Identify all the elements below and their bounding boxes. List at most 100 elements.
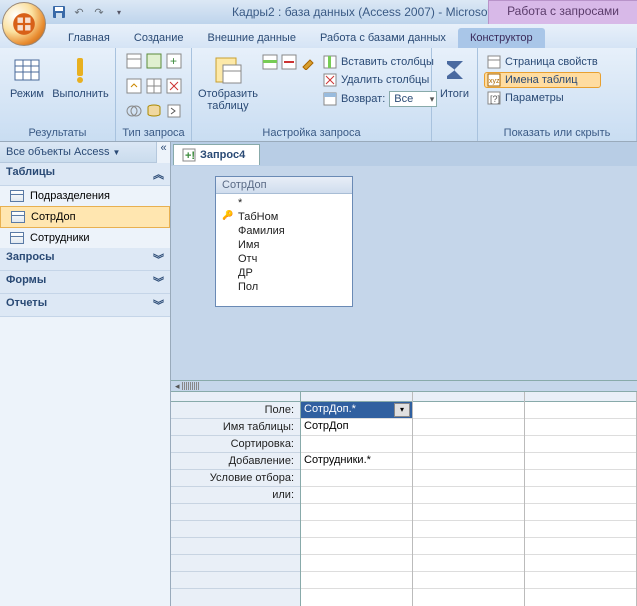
table-names-button[interactable]: xyzИмена таблиц xyxy=(484,72,601,88)
builder-icon[interactable] xyxy=(300,54,316,70)
property-sheet-icon xyxy=(487,55,501,69)
tab-design[interactable]: Конструктор xyxy=(458,28,545,48)
ribbon-tabs: Главная Создание Внешние данные Работа с… xyxy=(0,24,637,48)
delete-query-icon[interactable] xyxy=(165,77,183,95)
return-row: Возврат:Все xyxy=(320,90,440,108)
property-sheet-button[interactable]: Страница свойств xyxy=(484,54,601,70)
save-icon[interactable] xyxy=(50,3,68,21)
nav-category-reports[interactable]: Отчеты︾ xyxy=(0,294,170,317)
ribbon: Режим Выполнить Результаты + Тип запроса xyxy=(0,48,637,142)
document-tabs: +! Запрос4 xyxy=(171,142,637,166)
undo-icon[interactable]: ↶ xyxy=(70,3,88,21)
document-tab[interactable]: +! Запрос4 xyxy=(173,144,260,165)
maketable-query-icon[interactable] xyxy=(145,52,163,70)
show-table-icon xyxy=(212,54,244,86)
nav-category-queries[interactable]: Запросы︾ xyxy=(0,248,170,271)
update-query-icon[interactable] xyxy=(125,77,143,95)
insert-columns-button[interactable]: Вставить столбцы xyxy=(320,54,440,70)
row-label-or: или: xyxy=(171,487,300,504)
collapse-icon: ︽ xyxy=(153,166,164,182)
parameters-button[interactable]: [?]Параметры xyxy=(484,90,601,106)
nav-table-item-0[interactable]: Подразделения xyxy=(0,186,170,206)
sort-cell[interactable] xyxy=(301,436,412,453)
qat-dropdown-icon[interactable]: ▾ xyxy=(110,3,128,21)
criteria-cell[interactable] xyxy=(301,470,412,487)
row-label-sort: Сортировка: xyxy=(171,436,300,453)
field-row[interactable]: Имя xyxy=(220,238,348,252)
contextual-tab-label: Работа с запросами xyxy=(488,0,637,24)
redo-icon[interactable]: ↷ xyxy=(90,3,108,21)
nav-category-forms[interactable]: Формы︾ xyxy=(0,271,170,294)
crosstab-query-icon[interactable] xyxy=(145,77,163,95)
passthrough-query-icon[interactable] xyxy=(145,102,163,120)
grid-column-2[interactable] xyxy=(413,392,525,606)
column-selector[interactable] xyxy=(413,392,524,402)
splitter-grip-icon xyxy=(182,382,200,390)
svg-text:+: + xyxy=(170,54,177,68)
datadefinition-query-icon[interactable] xyxy=(165,102,183,120)
run-button[interactable]: Выполнить xyxy=(52,52,109,100)
field-row[interactable]: Фамилия xyxy=(220,224,348,238)
grid-column-1[interactable]: СотрДоп.* СотрДоп Сотрудники.* xyxy=(301,392,413,606)
field-row[interactable]: Отч xyxy=(220,252,348,266)
svg-text:[?]: [?] xyxy=(490,94,500,104)
navpane-header[interactable]: Все объекты Access ▼ xyxy=(0,142,156,163)
quick-access-toolbar: ↶ ↷ ▾ xyxy=(50,3,128,21)
select-query-icon[interactable] xyxy=(125,52,143,70)
table-icon xyxy=(11,211,25,223)
group-querytype-label: Тип запроса xyxy=(122,125,185,139)
svg-text:xyz: xyz xyxy=(489,78,500,85)
tab-home[interactable]: Главная xyxy=(56,28,122,48)
or-cell[interactable] xyxy=(301,487,412,504)
parameters-icon: [?] xyxy=(487,91,501,105)
append-cell[interactable]: Сотрудники.* xyxy=(301,453,412,470)
tab-external-data[interactable]: Внешние данные xyxy=(196,28,308,48)
expand-icon: ︾ xyxy=(153,251,164,267)
return-combo[interactable]: Все xyxy=(389,91,437,107)
insert-columns-icon xyxy=(323,55,337,69)
field-cell[interactable]: СотрДоп.* xyxy=(301,402,412,419)
office-button[interactable] xyxy=(2,2,46,46)
totals-button[interactable]: Итоги xyxy=(438,52,471,100)
field-list-title[interactable]: СотрДоп xyxy=(216,177,352,194)
nav-table-item-2[interactable]: Сотрудники xyxy=(0,228,170,248)
expand-icon: ︾ xyxy=(153,274,164,290)
table-field-list[interactable]: СотрДоп * ТабНом Фамилия Имя Отч ДР Пол xyxy=(215,176,353,307)
field-row[interactable]: * xyxy=(220,196,348,210)
run-icon xyxy=(64,54,96,86)
sigma-icon xyxy=(439,54,471,86)
row-label-field: Поле: xyxy=(171,402,300,419)
query-design-grid: Поле: Имя таблицы: Сортировка: Добавлени… xyxy=(171,391,637,606)
scroll-left-icon[interactable]: ◂ xyxy=(175,381,180,392)
tab-database-tools[interactable]: Работа с базами данных xyxy=(308,28,458,48)
insert-rows-icon[interactable] xyxy=(262,54,278,70)
table-cell[interactable]: СотрДоп xyxy=(301,419,412,436)
column-selector[interactable] xyxy=(525,392,636,402)
delete-columns-button[interactable]: Удалить столбцы xyxy=(320,72,440,88)
field-row[interactable]: Пол xyxy=(220,280,348,294)
document-area: +! Запрос4 СотрДоп * ТабНом Фамилия Имя … xyxy=(171,142,637,606)
union-query-icon[interactable] xyxy=(125,102,143,120)
nav-category-tables[interactable]: Таблицы︽ xyxy=(0,163,170,186)
field-list-body[interactable]: * ТабНом Фамилия Имя Отч ДР Пол xyxy=(216,194,352,306)
title-bar: ↶ ↷ ▾ Кадры2 : база данных (Access 2007)… xyxy=(0,0,637,24)
field-row[interactable]: ТабНом xyxy=(220,210,348,224)
delete-rows-icon[interactable] xyxy=(281,54,297,70)
pane-splitter[interactable]: ◂ xyxy=(171,381,637,391)
append-query-icon[interactable]: + xyxy=(165,52,183,70)
column-selector[interactable] xyxy=(301,392,412,402)
table-icon xyxy=(10,232,24,244)
group-showhide-label: Показать или скрыть xyxy=(484,125,630,139)
query-design-upper-pane[interactable]: СотрДоп * ТабНом Фамилия Имя Отч ДР Пол xyxy=(171,166,637,381)
table-names-icon: xyz xyxy=(487,73,501,87)
group-results-label: Результаты xyxy=(6,125,109,139)
field-row[interactable]: ДР xyxy=(220,266,348,280)
navpane-collapse-button[interactable]: « xyxy=(156,142,170,163)
group-setup-label: Настройка запроса xyxy=(198,125,425,139)
show-table-button[interactable]: Отобразить таблицу xyxy=(198,52,258,112)
nav-table-item-1[interactable]: СотрДоп xyxy=(0,206,170,228)
tab-create[interactable]: Создание xyxy=(122,28,196,48)
view-button[interactable]: Режим xyxy=(6,52,48,100)
row-label-append: Добавление: xyxy=(171,453,300,470)
grid-column-3[interactable] xyxy=(525,392,637,606)
